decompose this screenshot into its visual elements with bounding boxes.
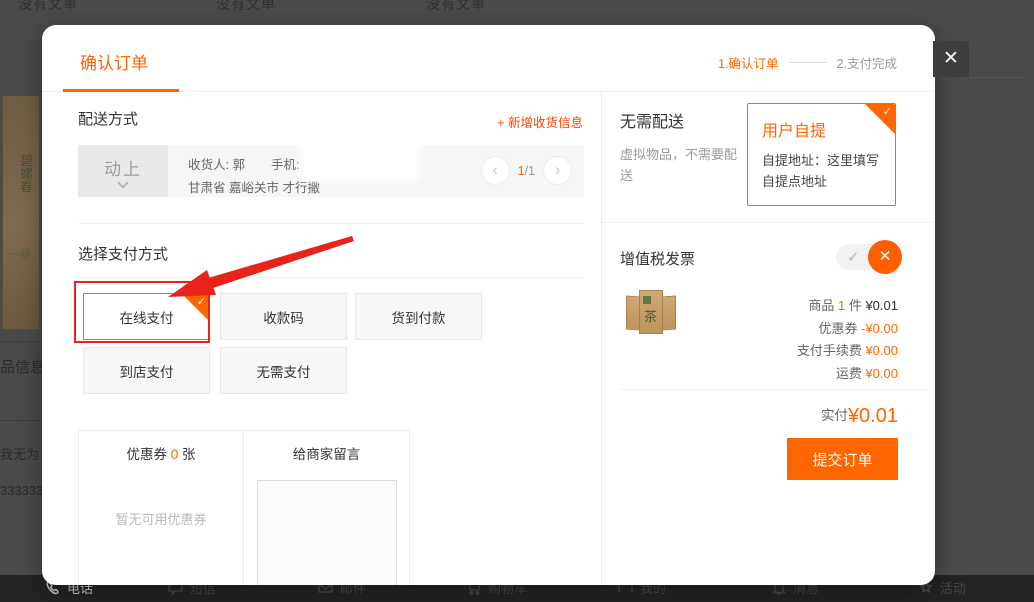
price-row-fee: 支付手续费 ¥0.00 [797,340,898,363]
delivery-option-none[interactable]: 无需配送 虚拟物品，不需要配送 [620,108,746,187]
receiver-text: 收货人: 郭 [188,158,245,172]
step-payment-done: 2.支付完成 [837,53,897,72]
section-divider [602,222,935,223]
coupon-message-panel: 优惠券 0 张 暂无可用优惠券 给商家留言 [78,430,410,585]
submit-order-button[interactable]: 提交订单 [787,438,898,480]
payment-option-nopay[interactable]: 无需支付 [220,347,347,394]
check-icon: ✓ [883,105,892,118]
invoice-yes-button[interactable]: ✓ [847,248,860,266]
step-confirm-order: 1.确认订单 [718,53,778,72]
payment-option-instore[interactable]: 到店支付 [83,347,210,394]
message-cell: 给商家留言 [244,431,409,585]
payment-option-cod[interactable]: 货到付款 [355,293,482,340]
payment-option-qrcode[interactable]: 收款码 [220,293,347,340]
price-row-items: 商品 1 件 ¥0.01 [797,295,898,318]
section-divider [78,223,584,224]
total-divider [620,389,928,390]
total-amount: 实付¥0.01 [821,404,898,428]
left-column: 配送方式 + 新增收货信息 动上 收货人: 郭手机: 甘肃省 嘉峪关市 才行撒 … [42,92,602,585]
check-icon: ✓ [197,295,206,308]
coupon-cell: 优惠券 0 张 暂无可用优惠券 [79,431,244,585]
bg-product-info-text: 品信息 [0,356,45,377]
address-tag[interactable]: 动上 [78,145,168,197]
invoice-no-button[interactable]: ✕ [868,240,902,274]
delivery-method-heading: 配送方式 [78,108,138,129]
bg-top-text: 没有文单 [18,0,78,14]
background-top-bar: 没有文单 没有文单 没有文单 [0,0,1034,25]
merchant-message-input[interactable] [257,480,397,585]
price-row-coupon: 优惠券 -¥0.00 [797,318,898,341]
product-thumbnail: 茶 [626,290,676,334]
price-breakdown: 商品 1 件 ¥0.01 优惠券 -¥0.00 支付手续费 ¥0.00 运费 ¥… [797,295,898,385]
hairline [969,77,1025,78]
modal-title: 确认订单 [80,49,148,74]
step-connector [789,62,827,63]
coupon-count: 0 [171,447,179,462]
payment-method-heading: 选择支付方式 [78,243,168,264]
confirm-order-modal: 确认订单 1.确认订单 2.支付完成 配送方式 + 新增收货信息 动上 收货人:… [42,25,935,585]
pager-next-button[interactable]: › [543,156,572,185]
checkout-steps: 1.确认订单 2.支付完成 [718,53,897,72]
bg-note-text: 我无为 [0,444,39,463]
bg-divider [0,420,42,421]
bg-divider [0,341,42,342]
coupon-empty-text: 暂无可用优惠券 [79,509,243,528]
vat-invoice-title: 增值税发票 [620,248,695,269]
coupon-title: 优惠券 0 张 [79,443,243,463]
right-column: 无需配送 虚拟物品，不需要配送 用户自提 自提地址：这里填写自提点地址 ✓ 增值… [602,92,935,585]
add-address-link[interactable]: + 新增收货信息 [497,112,583,131]
bg-top-text: 没有文单 [426,0,486,14]
address-card[interactable]: 动上 收货人: 郭手机: 甘肃省 嘉峪关市 才行撒 ‹ 1/1 › [78,145,584,197]
close-icon[interactable]: ✕ [933,41,969,77]
message-title: 给商家留言 [244,443,409,463]
address-pager: ‹ 1/1 › [481,156,572,185]
address-info: 收货人: 郭手机: 甘肃省 嘉峪关市 才行撒 ‹ 1/1 › [168,145,584,197]
bg-top-text: 没有文单 [216,0,276,14]
price-row-shipping: 运费 ¥0.00 [797,363,898,386]
phone-label: 手机: [271,158,299,172]
pager-indicator: 1/1 [518,164,535,178]
pager-prev-button[interactable]: ‹ [481,156,510,185]
delivery-option-self-pickup[interactable]: 用户自提 自提地址：这里填写自提点地址 ✓ [747,103,896,206]
invoice-toggle: ✓ ✕ [836,244,900,270]
payment-option-online[interactable]: 在线支付 ✓ [83,293,210,340]
heading-divider [78,277,584,278]
phone-blur-patch [305,142,415,176]
background-product-image: 碧螺春 一级 [2,95,40,330]
